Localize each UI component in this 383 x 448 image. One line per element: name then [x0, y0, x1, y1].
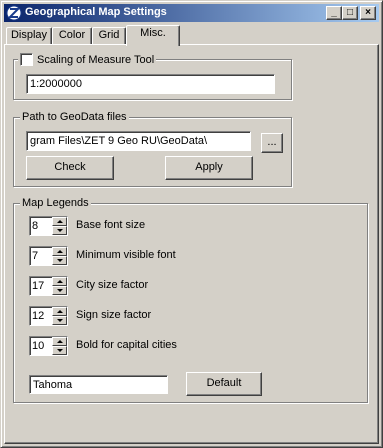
arrow-up-icon — [57, 280, 63, 283]
spin-down-button[interactable] — [52, 256, 67, 265]
settings-window: Geographical Map Settings _ □ × Display … — [0, 0, 383, 448]
tab-misc[interactable]: Misc. — [126, 25, 180, 46]
bold-capital-cities-value[interactable]: 10 — [29, 336, 52, 356]
spin-up-button[interactable] — [52, 337, 67, 346]
sign-size-factor-stepper[interactable]: 12 — [29, 306, 68, 326]
minimize-icon: _ — [331, 7, 337, 18]
bold-capital-cities-stepper[interactable]: 10 — [29, 336, 68, 356]
app-logo-icon — [6, 5, 22, 21]
spin-down-button[interactable] — [52, 226, 67, 235]
city-size-factor-stepper[interactable]: 17 — [29, 276, 68, 296]
spin-down-button[interactable] — [52, 346, 67, 355]
sign-size-factor-value[interactable]: 12 — [29, 306, 52, 326]
city-size-factor-label: City size factor — [76, 279, 149, 291]
tab-color[interactable]: Color — [52, 27, 92, 45]
bold-capital-cities-label: Bold for capital cities — [76, 339, 177, 351]
spin-up-button[interactable] — [52, 247, 67, 256]
geodata-group-label: Path to GeoData files — [20, 111, 129, 123]
spin-up-button[interactable] — [52, 277, 67, 286]
geodata-path-input[interactable]: gram Files\ZET 9 Geo RU\GeoData\ — [26, 131, 251, 151]
city-size-factor-value[interactable]: 17 — [29, 276, 52, 296]
map-legends-group: Map Legends 8 Base font size 7 Minimum v… — [13, 197, 368, 403]
maximize-icon: □ — [346, 7, 354, 18]
tab-grid[interactable]: Grid — [92, 27, 126, 45]
close-icon: × — [365, 7, 371, 18]
arrow-up-icon — [57, 310, 63, 313]
spin-down-button[interactable] — [52, 316, 67, 325]
scaling-group-header: Scaling of Measure Tool — [18, 53, 157, 66]
geodata-group: Path to GeoData files gram Files\ZET 9 G… — [13, 111, 292, 187]
min-visible-font-stepper[interactable]: 7 — [29, 246, 68, 266]
minimize-button[interactable]: _ — [326, 6, 342, 20]
check-button[interactable]: Check — [26, 156, 114, 180]
scaling-checkbox[interactable] — [20, 53, 33, 66]
arrow-up-icon — [57, 250, 63, 253]
min-visible-font-value[interactable]: 7 — [29, 246, 52, 266]
font-name-input[interactable]: Tahoma — [29, 375, 168, 394]
browse-button[interactable]: ... — [261, 133, 283, 153]
map-legends-group-label: Map Legends — [20, 197, 91, 209]
misc-tab-panel: Scaling of Measure Tool 1:2000000 Path t… — [4, 44, 379, 444]
arrow-down-icon — [57, 319, 63, 322]
arrow-down-icon — [57, 229, 63, 232]
arrow-down-icon — [57, 349, 63, 352]
close-button[interactable]: × — [360, 6, 376, 20]
title-bar[interactable]: Geographical Map Settings _ □ × — [4, 4, 379, 22]
scaling-group: Scaling of Measure Tool 1:2000000 — [13, 53, 292, 100]
spin-down-button[interactable] — [52, 286, 67, 295]
scaling-checkbox-label: Scaling of Measure Tool — [37, 54, 155, 66]
tab-display[interactable]: Display — [6, 27, 52, 45]
apply-button[interactable]: Apply — [165, 156, 253, 180]
spin-up-button[interactable] — [52, 307, 67, 316]
arrow-down-icon — [57, 259, 63, 262]
min-visible-font-label: Minimum visible font — [76, 249, 176, 261]
scale-input[interactable]: 1:2000000 — [26, 74, 275, 94]
spin-up-button[interactable] — [52, 217, 67, 226]
arrow-up-icon — [57, 340, 63, 343]
base-font-size-stepper[interactable]: 8 — [29, 216, 68, 236]
base-font-size-value[interactable]: 8 — [29, 216, 52, 236]
arrow-up-icon — [57, 220, 63, 223]
arrow-down-icon — [57, 289, 63, 292]
sign-size-factor-label: Sign size factor — [76, 309, 152, 321]
maximize-button[interactable]: □ — [342, 6, 358, 20]
base-font-size-label: Base font size — [76, 219, 146, 231]
window-title: Geographical Map Settings — [25, 6, 167, 18]
default-button[interactable]: Default — [186, 372, 262, 396]
